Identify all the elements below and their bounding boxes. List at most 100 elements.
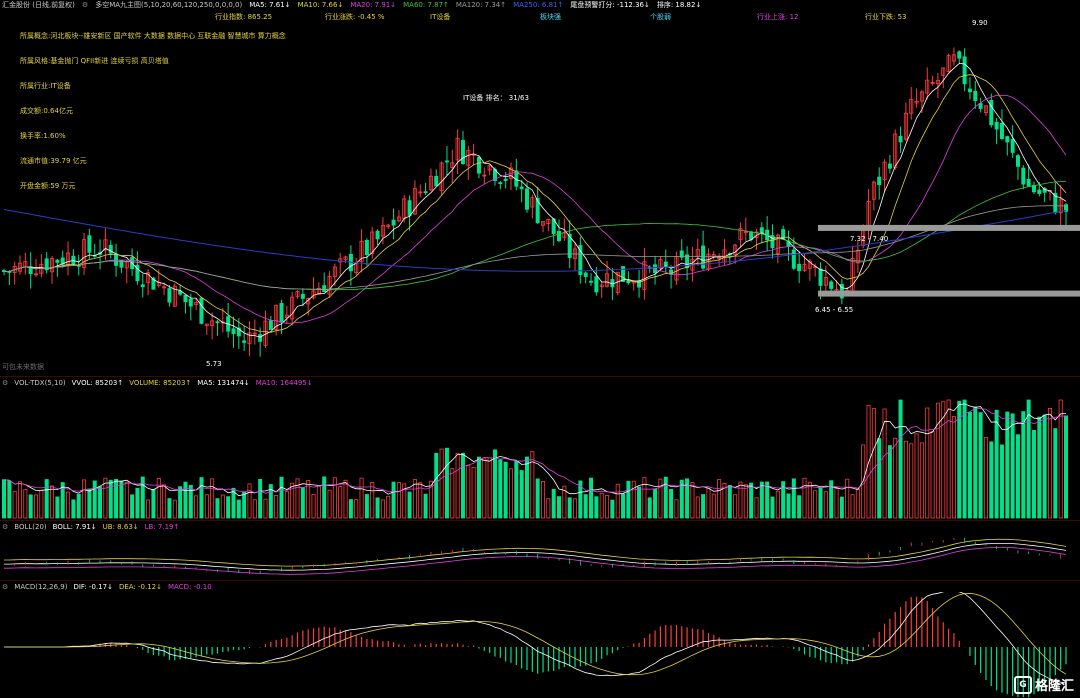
volume-bar xyxy=(119,480,124,519)
candle-body xyxy=(476,156,481,174)
volume-bar xyxy=(535,478,540,519)
candle-body xyxy=(423,191,428,194)
volume-bar xyxy=(343,479,348,519)
candle-body xyxy=(215,321,220,324)
divider xyxy=(0,520,1080,521)
volume-bar xyxy=(1037,416,1042,519)
volume-bar xyxy=(146,499,151,519)
volume-bar xyxy=(615,483,620,519)
volume-bar xyxy=(647,497,652,519)
volume-bar xyxy=(482,457,487,519)
volume-bar xyxy=(567,497,572,519)
boll-mid-value: BOLL: 7.91↓ xyxy=(52,522,97,531)
vol-title[interactable]: VOL-TDX(5,10) xyxy=(14,379,65,387)
volume-chart[interactable] xyxy=(0,388,1080,520)
volume-bar xyxy=(1042,414,1047,519)
volume-bar xyxy=(695,496,700,519)
volume-bar xyxy=(610,499,615,519)
volume-bar xyxy=(658,478,663,519)
volume-bar xyxy=(311,493,316,519)
candle-body xyxy=(791,249,796,269)
volume-bar xyxy=(631,480,636,519)
candle-body xyxy=(407,200,412,216)
volume-bar xyxy=(759,481,764,519)
volume-bar xyxy=(898,399,903,519)
candle-body xyxy=(503,178,508,181)
volume-bar xyxy=(476,456,481,519)
volume-bar xyxy=(930,431,935,519)
ma60-value: MA60: 7.87↑ xyxy=(403,1,449,9)
candle-body xyxy=(877,176,882,186)
volume-bar xyxy=(76,493,81,519)
macd-chart[interactable] xyxy=(0,592,1080,697)
volume-bar xyxy=(434,452,439,519)
volume-bar xyxy=(55,496,60,519)
high-price-label: 9.90 xyxy=(972,19,988,27)
volume-bar xyxy=(28,494,33,519)
volume-bar xyxy=(1053,428,1058,519)
volume-bar xyxy=(508,468,513,519)
boll-header: ⚙ BOLL(20) BOLL: 7.91↓ UB: 8.63↓ LB: 7.1… xyxy=(0,522,1080,531)
ma60-line xyxy=(4,180,1067,291)
stock-name[interactable]: 汇金股份 (日线,前复权) xyxy=(2,0,75,10)
candlestick-chart[interactable] xyxy=(0,14,1080,374)
volume-bar xyxy=(92,480,97,519)
volume-bar xyxy=(1015,434,1020,519)
candle-body xyxy=(444,160,449,163)
volume-bar xyxy=(541,481,546,519)
candle-body xyxy=(1021,167,1026,185)
volume-bar xyxy=(743,484,748,519)
volume-bar xyxy=(151,489,156,519)
volume-bar xyxy=(727,485,732,519)
volume-bar xyxy=(775,490,780,519)
gear-icon[interactable]: ⚙ xyxy=(82,1,88,9)
boll-chart[interactable] xyxy=(0,531,1080,579)
volume-bar xyxy=(183,481,188,519)
candle-body xyxy=(460,140,465,165)
volume-bar xyxy=(407,491,412,519)
volume-bar xyxy=(300,487,305,519)
macd-title[interactable]: MACD(12,26,9) xyxy=(14,583,67,591)
volume-bar xyxy=(642,477,647,519)
candle-body xyxy=(829,281,834,289)
gear-icon[interactable]: ⚙ xyxy=(2,583,8,591)
gear-icon[interactable]: ⚙ xyxy=(2,523,8,531)
candle-body xyxy=(364,239,369,256)
volume-bar xyxy=(514,460,519,519)
volume-bar xyxy=(962,399,967,519)
volume-bar xyxy=(818,487,823,519)
volume-bar xyxy=(380,499,385,519)
volume-bar xyxy=(765,481,770,519)
watermark: G 格隆汇 xyxy=(1013,675,1074,694)
volume-bar xyxy=(199,477,204,519)
volume-bar xyxy=(978,412,983,519)
candle-body xyxy=(279,302,284,323)
volume-bar xyxy=(252,499,257,519)
dif-line xyxy=(4,592,1067,684)
volume-bar xyxy=(124,481,129,519)
volume-bar xyxy=(989,441,994,519)
volume-bar xyxy=(236,499,241,519)
vol-header: ⚙ VOL-TDX(5,10) VVOL: 85203↑ VOLUME: 852… xyxy=(0,378,1080,387)
volume-bar xyxy=(946,399,951,519)
candle-body xyxy=(55,259,60,263)
ma5-value: MA5: 7.61↓ xyxy=(249,1,291,9)
indicator-name[interactable]: 多空MA九主图(5,10,20,60,120,250,0,0,0,0) xyxy=(95,0,242,10)
candle-body xyxy=(973,90,978,101)
volume-bar xyxy=(396,482,401,519)
volume-bar xyxy=(114,478,119,519)
volume-bar xyxy=(23,489,28,519)
volume-bar xyxy=(813,490,818,519)
volume-bar xyxy=(444,447,449,519)
volume-bar xyxy=(626,480,631,519)
volume-bar xyxy=(919,442,924,519)
candle-body xyxy=(391,219,396,226)
dea-value: DEA: -0.12↓ xyxy=(118,582,162,591)
volume-bar xyxy=(492,449,497,519)
volume-bar xyxy=(855,488,860,519)
volume-bar xyxy=(18,481,23,519)
boll-title[interactable]: BOLL(20) xyxy=(14,523,46,531)
candle-body xyxy=(701,245,706,269)
band-upper-label: 7.32 - 7.40 xyxy=(850,235,889,243)
gear-icon[interactable]: ⚙ xyxy=(2,379,8,387)
